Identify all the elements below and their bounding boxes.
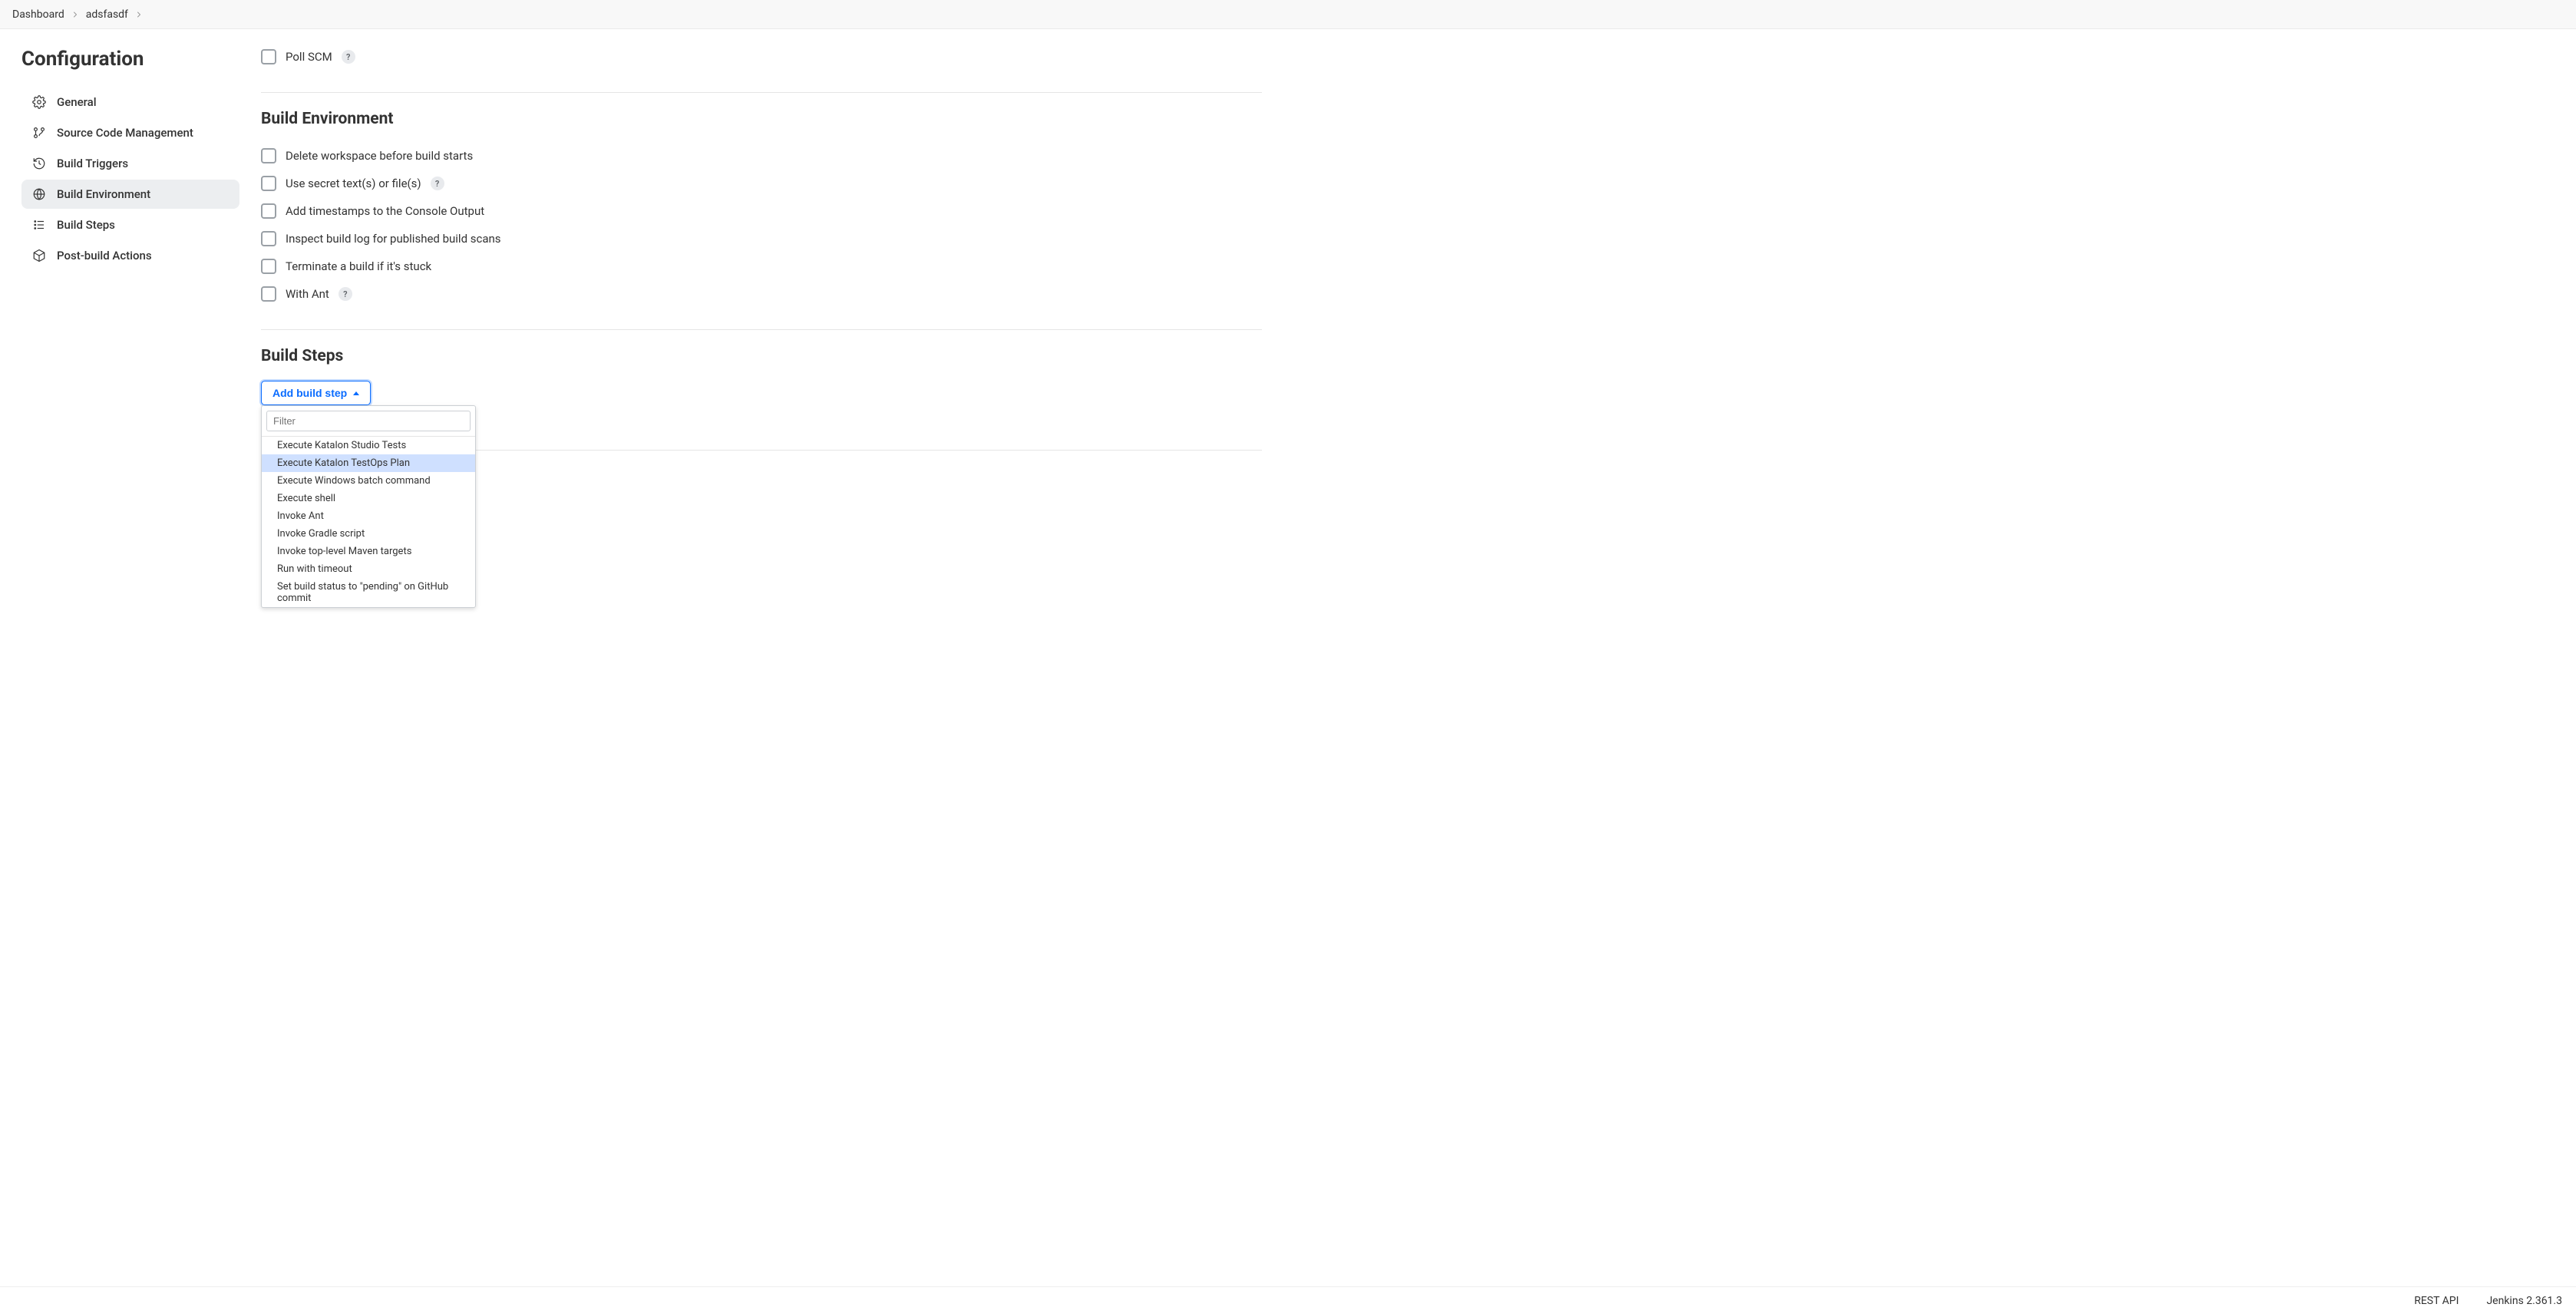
- dropdown-list: Execute Katalon Studio TestsExecute Kata…: [262, 437, 475, 607]
- build-steps-heading: Build Steps: [261, 347, 1262, 365]
- add-build-step-button[interactable]: Add build step: [261, 381, 371, 405]
- dropdown-item[interactable]: Execute shell: [262, 490, 475, 507]
- gear-icon: [32, 95, 46, 109]
- chevron-right-icon: [134, 10, 144, 19]
- sidebar-item-label: Post-build Actions: [57, 249, 152, 262]
- sidebar-item-label: Build Triggers: [57, 157, 128, 170]
- breadcrumb-item-dashboard[interactable]: Dashboard: [12, 8, 64, 21]
- rest-api-link[interactable]: REST API: [2414, 1295, 2459, 1307]
- env-row-secret-texts: Use secret text(s) or file(s) ?: [261, 170, 1262, 197]
- dropdown-item[interactable]: Execute Windows batch command: [262, 472, 475, 490]
- help-icon[interactable]: ?: [339, 287, 352, 301]
- help-icon[interactable]: ?: [342, 50, 355, 64]
- dropdown-item[interactable]: Execute Katalon TestOps Plan: [262, 454, 475, 472]
- env-row-timestamps: Add timestamps to the Console Output: [261, 197, 1262, 225]
- footer-bar: REST API Jenkins 2.361.3: [0, 1286, 2576, 1314]
- sidebar-item-label: Build Environment: [57, 187, 150, 201]
- dropdown-item[interactable]: Run with timeout: [262, 560, 475, 578]
- help-icon[interactable]: ?: [431, 177, 444, 190]
- env-row-with-ant: With Ant ?: [261, 280, 1262, 308]
- env-label: With Ant: [286, 287, 329, 301]
- poll-scm-row: Poll SCM ?: [261, 43, 1262, 71]
- env-checkbox-with-ant[interactable]: [261, 286, 276, 302]
- dropdown-item[interactable]: Invoke top-level Maven targets: [262, 543, 475, 560]
- env-checkbox-terminate[interactable]: [261, 259, 276, 274]
- sidebar-item-post-build[interactable]: Post-build Actions: [21, 241, 239, 270]
- globe-icon: [32, 187, 46, 201]
- poll-scm-label: Poll SCM: [286, 50, 332, 64]
- sidebar-item-triggers[interactable]: Build Triggers: [21, 149, 239, 178]
- env-row-inspect-log: Inspect build log for published build sc…: [261, 225, 1262, 253]
- add-build-step-dropdown: Execute Katalon Studio TestsExecute Kata…: [261, 405, 476, 608]
- env-checkbox-delete-workspace[interactable]: [261, 148, 276, 163]
- poll-scm-checkbox[interactable]: [261, 49, 276, 64]
- breadcrumb-item-project[interactable]: adsfasdf: [86, 8, 128, 21]
- package-icon: [32, 249, 46, 262]
- sidebar-nav: General Source Code Management Build Tri…: [21, 87, 239, 270]
- history-icon: [32, 157, 46, 170]
- sidebar: Configuration General Source Code Manage…: [0, 29, 239, 513]
- sidebar-item-scm[interactable]: Source Code Management: [21, 118, 239, 147]
- list-icon: [32, 218, 46, 232]
- page-title: Configuration: [21, 48, 239, 71]
- sidebar-item-label: Build Steps: [57, 218, 115, 232]
- env-checkbox-inspect-log[interactable]: [261, 231, 276, 246]
- filter-input[interactable]: [266, 411, 471, 431]
- env-row-terminate: Terminate a build if it's stuck: [261, 253, 1262, 280]
- dropdown-item[interactable]: Invoke Ant: [262, 507, 475, 525]
- add-build-step-label: Add build step: [272, 387, 347, 399]
- sidebar-item-build-steps[interactable]: Build Steps: [21, 210, 239, 239]
- build-environment-heading: Build Environment: [261, 110, 1262, 128]
- env-label: Delete workspace before build starts: [286, 149, 473, 163]
- sidebar-item-label: General: [57, 95, 97, 109]
- env-label: Terminate a build if it's stuck: [286, 259, 431, 273]
- dropdown-item[interactable]: Execute Katalon Studio Tests: [262, 437, 475, 454]
- main-content: Poll SCM ? Build Environment Delete work…: [239, 29, 1283, 513]
- chevron-right-icon: [71, 10, 80, 19]
- jenkins-version-link[interactable]: Jenkins 2.361.3: [2486, 1295, 2562, 1307]
- env-label: Use secret text(s) or file(s): [286, 177, 421, 190]
- dropdown-item[interactable]: Set build status to "pending" on GitHub …: [262, 578, 475, 607]
- dropdown-item[interactable]: Invoke Gradle script: [262, 525, 475, 543]
- env-row-delete-workspace: Delete workspace before build starts: [261, 142, 1262, 170]
- env-checkbox-timestamps[interactable]: [261, 203, 276, 219]
- env-label: Inspect build log for published build sc…: [286, 232, 501, 246]
- caret-up-icon: [353, 391, 359, 395]
- env-checkbox-secret-texts[interactable]: [261, 176, 276, 191]
- sidebar-item-label: Source Code Management: [57, 126, 193, 140]
- breadcrumb: Dashboard adsfasdf: [0, 0, 2576, 29]
- git-branch-icon: [32, 126, 46, 140]
- env-label: Add timestamps to the Console Output: [286, 204, 484, 218]
- sidebar-item-general[interactable]: General: [21, 87, 239, 117]
- section-divider: [261, 92, 1262, 93]
- section-divider: [261, 329, 1262, 330]
- sidebar-item-build-environment[interactable]: Build Environment: [21, 180, 239, 209]
